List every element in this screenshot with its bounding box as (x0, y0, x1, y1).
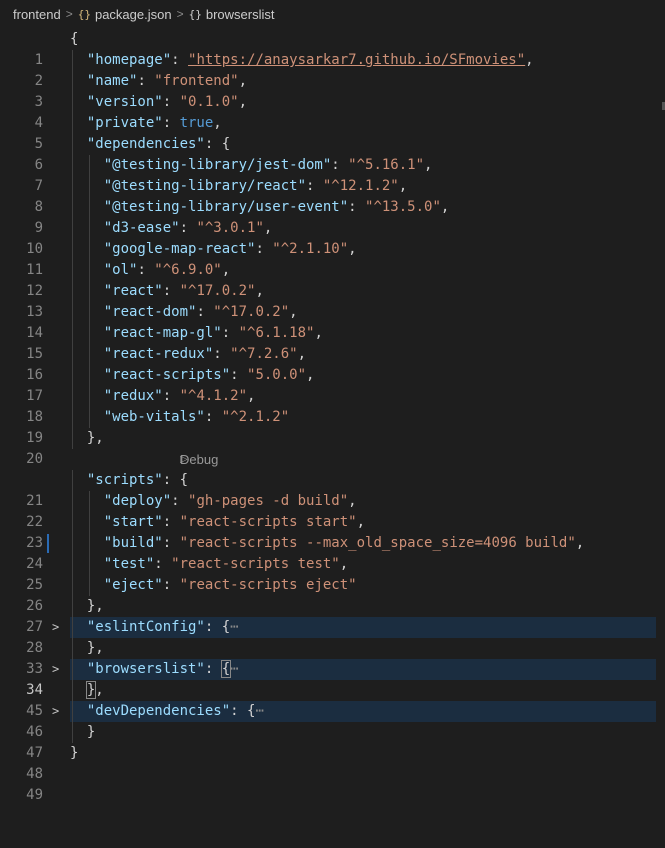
debug-codelens[interactable]: ▷ Debug (0, 449, 665, 470)
code-line[interactable]: 13 "react": "^17.0.2", (0, 281, 665, 320)
code-line[interactable]: 9 "@testing-library/user-event": "^13.5.… (0, 197, 665, 236)
code-line[interactable]: 47 } (0, 722, 665, 761)
code-line[interactable]: 21 "scripts": { (0, 470, 665, 509)
modified-line-marker (47, 534, 49, 553)
code-line[interactable]: 23 "start": "react-scripts start", (0, 512, 665, 551)
chevron-right-icon[interactable]: > (52, 617, 59, 638)
chevron-right-icon: > (65, 7, 73, 21)
code-line[interactable]: 2 "homepage": "https://anaysarkar7.githu… (0, 50, 665, 89)
folded-ellipsis[interactable]: ⋯ (230, 619, 238, 635)
code-line[interactable]: 12 "ol": "^6.9.0", (0, 260, 665, 299)
line-content: "web-vitals": "^2.1.2" (103, 409, 290, 425)
line-content: "version": "0.1.0", (86, 94, 248, 110)
line-content: "d3-ease": "^3.0.1", (103, 220, 273, 236)
line-content: "ol": "^6.9.0", (103, 262, 231, 278)
code-line[interactable]: 27 }, (0, 596, 665, 635)
json-object-icon: {} (188, 7, 202, 21)
code-line[interactable]: 10 "d3-ease": "^3.0.1", (0, 218, 665, 257)
line-content: }, (70, 640, 104, 656)
chevron-right-icon[interactable]: > (52, 701, 59, 722)
code-line-folded[interactable]: 28 > "eslintConfig": {⋯ (0, 617, 665, 656)
code-line[interactable]: 18 "redux": "^4.1.2", (0, 386, 665, 425)
line-content: }, (85, 681, 104, 699)
line-content: "dependencies": { (86, 136, 231, 152)
code-line[interactable]: 7 "@testing-library/jest-dom": "^5.16.1"… (0, 155, 665, 194)
chevron-right-icon: > (176, 7, 184, 21)
code-line-folded[interactable]: 46 > "devDependencies": {⋯ (0, 701, 665, 740)
code-line[interactable]: 4 "version": "0.1.0", (0, 92, 665, 131)
folded-ellipsis[interactable]: ⋯ (255, 703, 263, 719)
line-number: 49 (26, 787, 43, 803)
code-line[interactable]: 15 "react-map-gl": "^6.1.18", (0, 323, 665, 362)
matched-bracket: } (85, 681, 97, 699)
line-content: "deploy": "gh-pages -d build", (103, 493, 357, 509)
line-content: "eject": "react-scripts eject" (103, 577, 357, 593)
breadcrumb: frontend > {} package.json > {} browsers… (0, 0, 665, 28)
line-content: "redux": "^4.1.2", (103, 388, 256, 404)
line-content: } (70, 745, 79, 761)
line-content: "name": "frontend", (86, 73, 248, 89)
code-line-folded[interactable]: 34 > "browserslist": {⋯ (0, 659, 665, 698)
code-line[interactable]: 16 "react-redux": "^7.2.6", (0, 344, 665, 383)
code-line[interactable]: 6 "dependencies": { (0, 134, 665, 173)
code-line[interactable]: 26 "eject": "react-scripts eject" (0, 575, 665, 614)
code-line[interactable]: 14 "react-dom": "^17.0.2", (0, 302, 665, 341)
line-content: "test": "react-scripts test", (103, 556, 349, 572)
code-editor[interactable]: 1 { 2 "homepage": "https://anaysarkar7.g… (0, 29, 665, 809)
line-content: "start": "react-scripts start", (103, 514, 366, 530)
matched-bracket: { (220, 660, 232, 678)
code-line[interactable]: 20 }, (0, 428, 665, 467)
line-content: "eslintConfig": {⋯ (86, 619, 239, 635)
line-content: }, (70, 598, 104, 614)
line-content: } (70, 724, 96, 740)
line-content: "@testing-library/react": "^12.1.2", (103, 178, 408, 194)
line-content: "react-redux": "^7.2.6", (103, 346, 307, 362)
line-content: "build": "react-scripts --max_old_space_… (103, 535, 585, 551)
code-line[interactable]: 3 "name": "frontend", (0, 71, 665, 110)
code-line[interactable]: 22 "deploy": "gh-pages -d build", (0, 491, 665, 530)
line-content: "react-dom": "^17.0.2", (103, 304, 298, 320)
code-line[interactable]: 25 "test": "react-scripts test", (0, 554, 665, 593)
line-content: "scripts": { (86, 472, 189, 488)
code-line[interactable]: 17 "react-scripts": "5.0.0", (0, 365, 665, 404)
line-content: "devDependencies": {⋯ (86, 703, 264, 719)
code-line[interactable]: 48 } (0, 743, 665, 782)
code-line[interactable]: 24 "build": "react-scripts --max_old_spa… (0, 533, 665, 572)
line-content: "@testing-library/jest-dom": "^5.16.1", (103, 157, 433, 173)
code-line[interactable]: 45 }, (0, 680, 665, 719)
breadcrumb-file[interactable]: package.json (95, 7, 172, 22)
code-line[interactable]: 11 "google-map-react": "^2.1.10", (0, 239, 665, 278)
code-line[interactable]: 5 "private": true, (0, 113, 665, 152)
code-line[interactable]: 49 (0, 764, 665, 803)
line-content: "@testing-library/user-event": "^13.5.0"… (103, 199, 450, 215)
line-content: { (70, 31, 79, 47)
code-line[interactable]: 1 { (0, 29, 665, 68)
line-content: "homepage": "https://anaysarkar7.github.… (86, 52, 534, 68)
folded-ellipsis[interactable]: ⋯ (230, 661, 238, 677)
code-line[interactable]: 19 "web-vitals": "^2.1.2" (0, 407, 665, 446)
code-line[interactable]: 33 }, (0, 638, 665, 677)
line-content: "google-map-react": "^2.1.10", (103, 241, 357, 257)
breadcrumb-symbol[interactable]: browserslist (206, 7, 275, 22)
line-content: }, (70, 430, 104, 446)
json-file-icon: {} (77, 7, 91, 21)
line-content: "react": "^17.0.2", (103, 283, 264, 299)
line-content: "private": true, (86, 115, 222, 131)
line-content: "browserslist": {⋯ (86, 660, 239, 678)
chevron-right-icon[interactable]: > (52, 659, 59, 680)
line-content: "react-scripts": "5.0.0", (103, 367, 315, 383)
debug-link[interactable]: Debug (180, 449, 218, 470)
code-line[interactable]: 8 "@testing-library/react": "^12.1.2", (0, 176, 665, 215)
breadcrumb-folder[interactable]: frontend (13, 7, 61, 22)
line-content: "react-map-gl": "^6.1.18", (103, 325, 323, 341)
